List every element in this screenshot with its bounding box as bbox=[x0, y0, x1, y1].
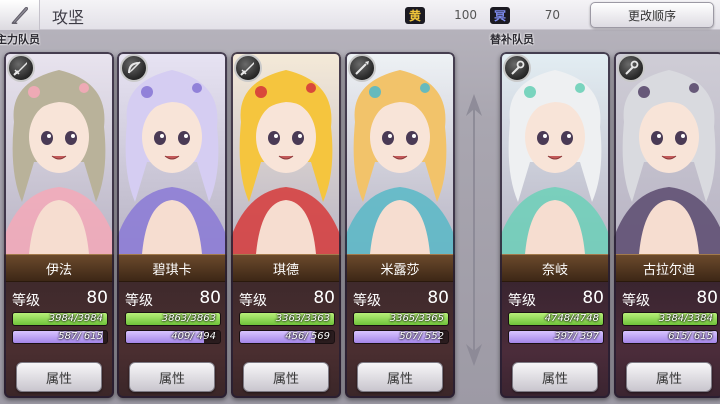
level-label: 等级 bbox=[239, 293, 267, 309]
sword-icon bbox=[7, 54, 35, 82]
portrait-area[interactable] bbox=[117, 52, 227, 254]
attributes-button[interactable]: 属性 bbox=[243, 362, 329, 392]
mp-value: 397/ 397 bbox=[554, 331, 599, 342]
mp-value: 615/ 615 bbox=[668, 331, 713, 342]
change-order-button[interactable]: 更改顺序 bbox=[590, 2, 714, 28]
hp-bar: 3365/3365 bbox=[353, 312, 449, 326]
level-value: 80 bbox=[313, 288, 335, 308]
portrait-area[interactable] bbox=[4, 52, 114, 254]
level-value: 80 bbox=[86, 288, 108, 308]
mp-bar: 587/ 615 bbox=[12, 330, 108, 344]
member-stats: 等级 80 3863/3863 409/ 494 属性 bbox=[117, 282, 227, 398]
mp-bar: 456/ 569 bbox=[239, 330, 335, 344]
level-row: 等级 80 bbox=[508, 288, 604, 310]
mp-bar: 409/ 494 bbox=[125, 330, 221, 344]
member-stats: 等级 80 3984/3984 587/ 615 属性 bbox=[4, 282, 114, 398]
hp-value: 3363/3363 bbox=[275, 313, 330, 324]
page-title: 攻坚 bbox=[52, 8, 85, 27]
level-label: 等级 bbox=[125, 293, 153, 309]
mp-bar: 397/ 397 bbox=[508, 330, 604, 344]
character-portrait bbox=[4, 52, 114, 254]
level-row: 等级 80 bbox=[353, 288, 449, 310]
member-stats: 等级 80 4748/4748 397/ 397 属性 bbox=[500, 282, 610, 398]
hp-bar: 3863/3863 bbox=[125, 312, 221, 326]
member-card[interactable]: 奈岐 等级 80 4748/4748 397/ 397 属性 bbox=[500, 52, 610, 398]
member-name: 奈岐 bbox=[500, 254, 610, 282]
mp-value: 587/ 615 bbox=[58, 331, 103, 342]
member-card[interactable]: 米露莎 等级 80 3365/3365 507/ 552 属性 bbox=[345, 52, 455, 398]
hp-value: 3863/3863 bbox=[161, 313, 216, 324]
member-name: 伊法 bbox=[4, 254, 114, 282]
level-value: 80 bbox=[696, 288, 718, 308]
swap-arrow-icon bbox=[462, 90, 486, 370]
portrait-area[interactable] bbox=[500, 52, 610, 254]
portrait-area[interactable] bbox=[231, 52, 341, 254]
main-members-label: 主力队员 bbox=[0, 33, 40, 46]
character-portrait bbox=[614, 52, 720, 254]
attributes-button[interactable]: 属性 bbox=[626, 362, 712, 392]
portrait-area[interactable] bbox=[345, 52, 455, 254]
top-bar: 攻坚 黄 100 冥 70 更改顺序 bbox=[0, 0, 720, 30]
level-row: 等级 80 bbox=[125, 288, 221, 310]
level-value: 80 bbox=[427, 288, 449, 308]
level-value: 80 bbox=[199, 288, 221, 308]
level-label: 等级 bbox=[508, 293, 536, 309]
character-portrait bbox=[231, 52, 341, 254]
sub-members-label: 替补队员 bbox=[490, 33, 534, 46]
mp-value: 507/ 552 bbox=[399, 331, 444, 342]
blue-resource: 冥 70 bbox=[490, 6, 560, 24]
blue-resource-icon: 冥 bbox=[490, 6, 510, 24]
hp-value: 3984/3984 bbox=[48, 313, 103, 324]
level-label: 等级 bbox=[622, 293, 650, 309]
spear-icon bbox=[348, 54, 376, 82]
member-stats: 等级 80 3384/3384 615/ 615 属性 bbox=[614, 282, 720, 398]
gold-resource-icon: 黄 bbox=[405, 6, 425, 24]
gold-resource-value: 100 bbox=[454, 8, 477, 22]
member-card[interactable]: 伊法 等级 80 3984/3984 587/ 615 属性 bbox=[4, 52, 114, 398]
attributes-button[interactable]: 属性 bbox=[357, 362, 443, 392]
gold-resource: 黄 100 bbox=[405, 6, 477, 24]
hp-value: 3384/3384 bbox=[658, 313, 713, 324]
level-row: 等级 80 bbox=[12, 288, 108, 310]
staff-icon bbox=[617, 54, 645, 82]
level-value: 80 bbox=[582, 288, 604, 308]
member-name: 古拉尔迪 bbox=[614, 254, 720, 282]
member-name: 米露莎 bbox=[345, 254, 455, 282]
blue-resource-value: 70 bbox=[544, 8, 560, 22]
bow-icon bbox=[120, 54, 148, 82]
staff-icon bbox=[503, 54, 531, 82]
level-label: 等级 bbox=[12, 293, 40, 309]
hp-bar: 3984/3984 bbox=[12, 312, 108, 326]
hp-bar: 4748/4748 bbox=[508, 312, 604, 326]
member-stats: 等级 80 3365/3365 507/ 552 属性 bbox=[345, 282, 455, 398]
attributes-button[interactable]: 属性 bbox=[16, 362, 102, 392]
quill-icon bbox=[11, 6, 28, 24]
mp-bar: 507/ 552 bbox=[353, 330, 449, 344]
level-row: 等级 80 bbox=[622, 288, 718, 310]
member-card[interactable]: 古拉尔迪 等级 80 3384/3384 615/ 615 属性 bbox=[614, 52, 720, 398]
level-row: 等级 80 bbox=[239, 288, 335, 310]
mp-bar: 615/ 615 bbox=[622, 330, 718, 344]
level-label: 等级 bbox=[353, 293, 381, 309]
character-portrait bbox=[500, 52, 610, 254]
hp-bar: 3384/3384 bbox=[622, 312, 718, 326]
hp-value: 4748/4748 bbox=[544, 313, 599, 324]
back-menu-button[interactable] bbox=[0, 0, 40, 30]
mp-value: 456/ 569 bbox=[285, 331, 330, 342]
character-portrait bbox=[345, 52, 455, 254]
hp-value: 3365/3365 bbox=[389, 313, 444, 324]
member-name: 琪德 bbox=[231, 254, 341, 282]
hp-bar: 3363/3363 bbox=[239, 312, 335, 326]
member-stats: 等级 80 3363/3363 456/ 569 属性 bbox=[231, 282, 341, 398]
mp-value: 409/ 494 bbox=[171, 331, 216, 342]
attributes-button[interactable]: 属性 bbox=[129, 362, 215, 392]
sword-icon bbox=[234, 54, 262, 82]
member-card[interactable]: 碧琪卡 等级 80 3863/3863 409/ 494 属性 bbox=[117, 52, 227, 398]
member-name: 碧琪卡 bbox=[117, 254, 227, 282]
attributes-button[interactable]: 属性 bbox=[512, 362, 598, 392]
character-portrait bbox=[117, 52, 227, 254]
member-card[interactable]: 琪德 等级 80 3363/3363 456/ 569 属性 bbox=[231, 52, 341, 398]
portrait-area[interactable] bbox=[614, 52, 720, 254]
